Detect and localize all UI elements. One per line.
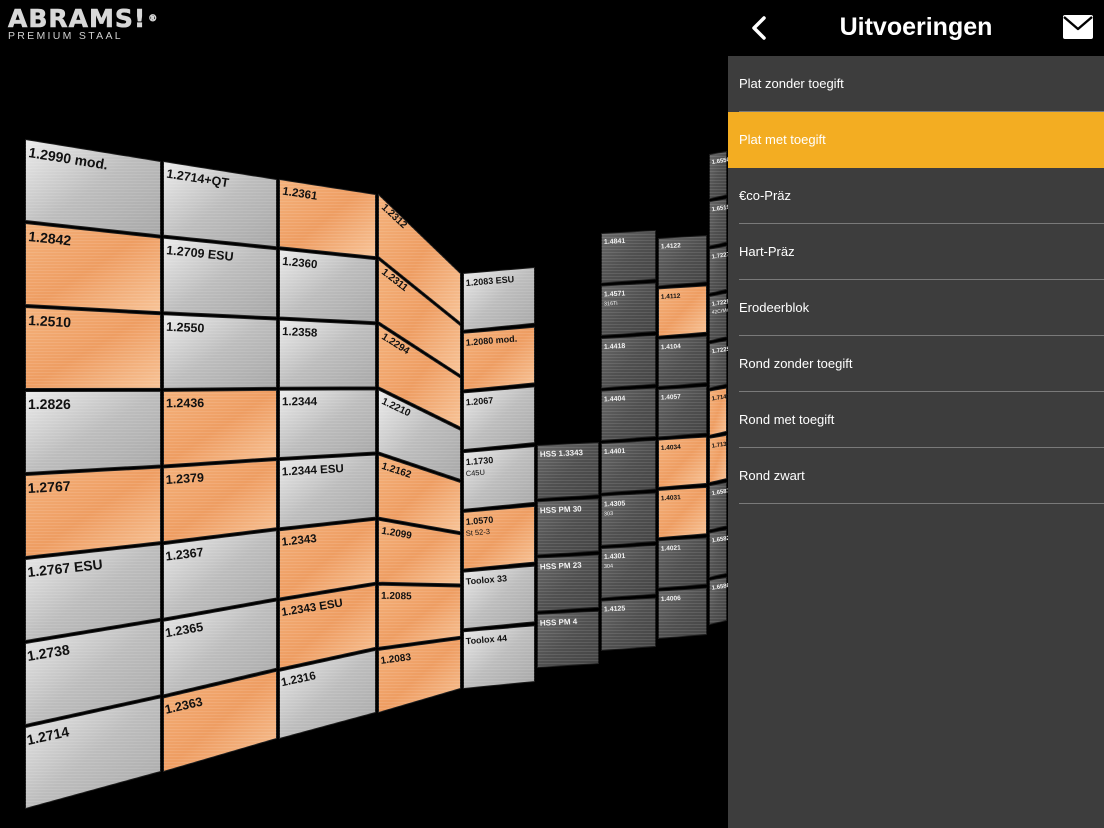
tile-sublabel: 304: [604, 564, 613, 570]
tile-sublabel: C45U: [465, 468, 485, 479]
menu-item-label: Rond met toegift: [739, 412, 835, 427]
tile-label: 1.4841: [604, 238, 626, 246]
tile-label: 1.2826: [28, 396, 71, 412]
tile-sublabel: 316Ti: [604, 301, 618, 308]
tile-label: 1.4418: [604, 343, 626, 351]
menu-item-label: €co-Präz: [739, 188, 792, 203]
tile-label: 1.2358: [282, 326, 318, 340]
tile-label: 1.4305: [604, 500, 626, 508]
menu-item-label: Plat zonder toegift: [739, 76, 844, 91]
tile-label: 1.4021: [661, 545, 682, 553]
tile-label: 1.2379: [165, 471, 204, 487]
tile-label: 1.2767: [27, 478, 71, 496]
menu-item-1[interactable]: Plat met toegift: [728, 112, 1104, 168]
tile-label: 1.4034: [661, 444, 682, 452]
tile-label: 1.4404: [604, 395, 626, 403]
menu-item-4[interactable]: Erodeerblok: [728, 280, 1104, 336]
tile-label: 1.4122: [661, 242, 682, 250]
panel-title: Uitvoeringen: [839, 13, 993, 41]
tile-label: 1.4104: [661, 343, 682, 351]
menu-item-label: Hart-Präz: [739, 244, 795, 259]
menu-item-label: Rond zwart: [739, 468, 805, 483]
menu-item-0[interactable]: Plat zonder toegift: [728, 56, 1104, 112]
tile-label: 1.4125: [604, 605, 626, 613]
tile-label: 1.2344: [282, 396, 318, 408]
menu-item-label: Rond zonder toegift: [739, 356, 853, 371]
panel-header: Uitvoeringen: [728, 0, 1104, 56]
tile-texture: [378, 639, 461, 713]
tile-label: 1.4031: [661, 494, 682, 502]
menu-item-label: Plat met toegift: [739, 132, 826, 147]
tile-label: 1.4112: [661, 293, 681, 301]
menu-item-7[interactable]: Rond zwart: [728, 448, 1104, 504]
tile-sublabel: 303: [604, 511, 613, 517]
uitvoeringen-panel: Uitvoeringen Plat zonder toegift Plat met…: [728, 0, 1104, 828]
tile-label: 1.2436: [166, 396, 204, 410]
menu-item-2[interactable]: €co-Präz: [728, 168, 1104, 224]
tile-label: 1.4057: [661, 393, 682, 401]
menu-item-label: Erodeerblok: [739, 300, 810, 315]
tile-texture: [279, 520, 376, 598]
menu-item-5[interactable]: Rond zonder toegift: [728, 336, 1104, 392]
tile-label: 1.4301: [604, 553, 626, 561]
uitvoeringen-menu: Plat zonder toegift Plat met toegift €co-P…: [728, 56, 1104, 504]
tile-label: 1.4401: [604, 448, 626, 456]
tile-label: 1.4006: [661, 595, 682, 603]
tile-label: HSS PM 4: [540, 617, 578, 628]
tile-label: 1.2085: [381, 591, 412, 603]
tile-label: 1.2510: [28, 312, 72, 330]
envelope-icon[interactable]: [1062, 14, 1094, 40]
menu-item-3[interactable]: Hart-Präz: [728, 224, 1104, 280]
tile-label: 1.4571: [604, 290, 626, 298]
steel-grade-wall: 1.2990 mod.1.28421.25101.28261.27671.276…: [25, 138, 728, 810]
menu-item-6[interactable]: Rond met toegift: [728, 392, 1104, 448]
tile-label: 1.2550: [166, 320, 205, 336]
